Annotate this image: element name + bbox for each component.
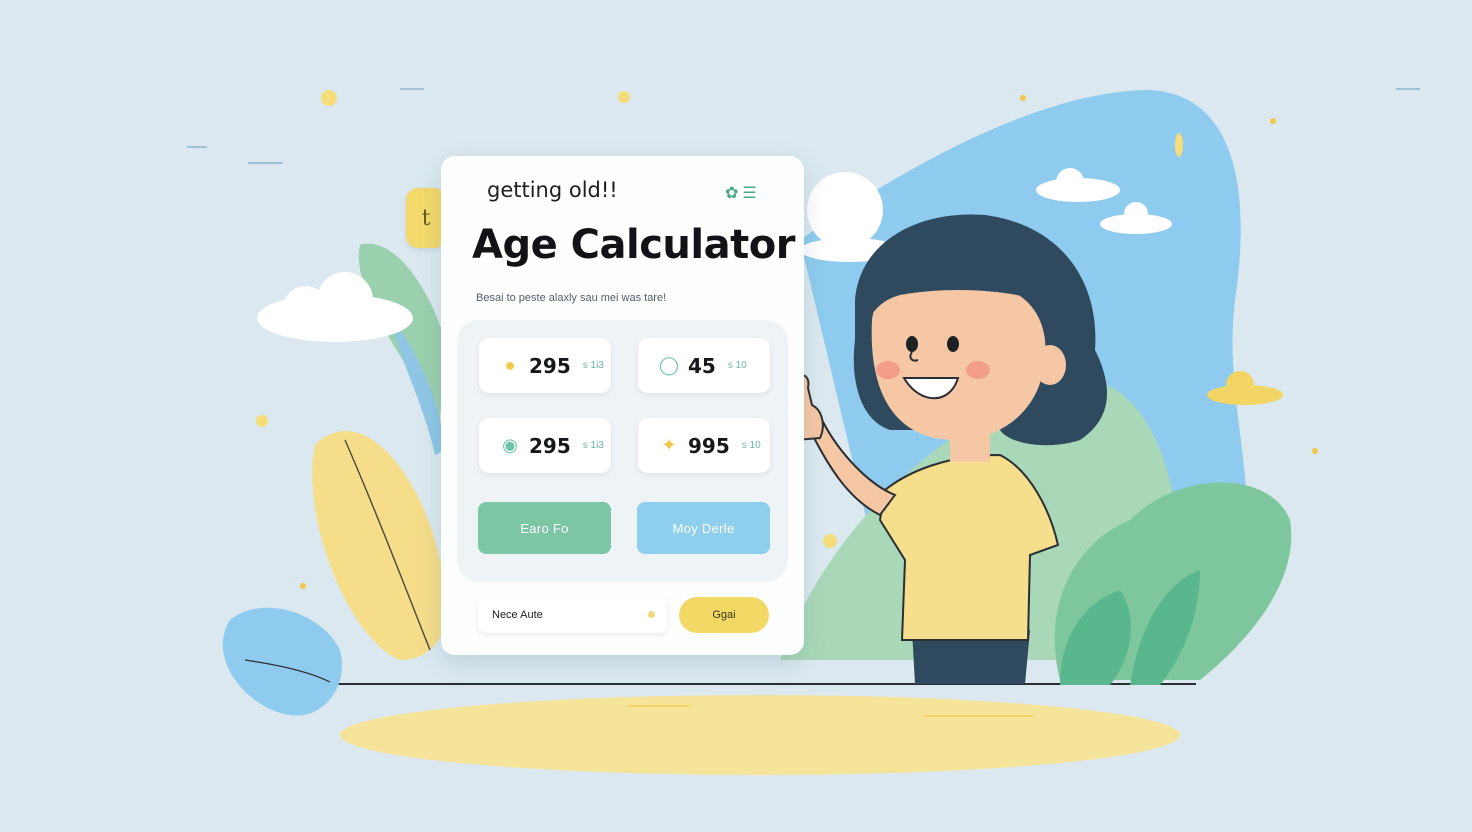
dot	[321, 90, 337, 106]
dot	[1312, 448, 1318, 454]
ground-shape	[340, 695, 1180, 775]
name-input[interactable]: Nece Aute	[478, 597, 667, 633]
dot	[300, 583, 306, 589]
stat-card[interactable]: ✦ 995 s 10	[638, 418, 770, 473]
stat-value: 995	[688, 433, 730, 458]
yellow-leaf	[312, 430, 448, 660]
stat-card[interactable]: ◉ 295 s 1i3	[479, 418, 611, 473]
stat-unit: s 1i3	[582, 440, 604, 451]
ring-icon: ◯	[658, 355, 680, 375]
dashes	[187, 88, 1420, 164]
page-title: Age Calculator	[472, 222, 795, 268]
stat-value: 45	[688, 353, 716, 378]
blue-blob-left	[222, 607, 342, 716]
tab-icon: t	[421, 205, 431, 231]
stat-unit: s 1i3	[582, 360, 604, 371]
spark-icon: ✦	[661, 435, 677, 455]
input-indicator-icon	[648, 611, 655, 618]
drop-icon: ●	[504, 355, 516, 375]
dot	[1020, 95, 1026, 101]
stat-card[interactable]: ◯ 45 s 10	[638, 338, 770, 393]
dot	[618, 91, 630, 103]
stat-unit: s 10	[741, 440, 761, 451]
stat-unit: s 10	[727, 360, 747, 371]
stat-value: 295	[529, 433, 571, 458]
leaf-icon: ◉	[502, 435, 518, 455]
flower-icon[interactable]: ✿	[725, 183, 738, 203]
secondary-button[interactable]: Moy Derle	[637, 502, 770, 554]
stat-card[interactable]: ● 295 s 1i3	[479, 338, 611, 393]
side-tab[interactable]: t	[406, 188, 446, 248]
card-subtitle: getting old!!	[487, 178, 618, 202]
stat-value: 295	[529, 353, 571, 378]
card-description: Besai to peste alaxly sau mei was tare!	[476, 292, 667, 304]
dot	[1175, 133, 1183, 157]
primary-button[interactable]: Earo Fo	[478, 502, 611, 554]
dot	[823, 534, 837, 548]
dot	[256, 415, 268, 427]
submit-button[interactable]: Ggai	[679, 597, 769, 633]
input-value: Nece Aute	[492, 609, 543, 621]
dot	[1270, 118, 1276, 124]
menu-icon[interactable]: ☰	[742, 183, 756, 203]
card-menu[interactable]: ✿ ☰	[725, 183, 757, 203]
